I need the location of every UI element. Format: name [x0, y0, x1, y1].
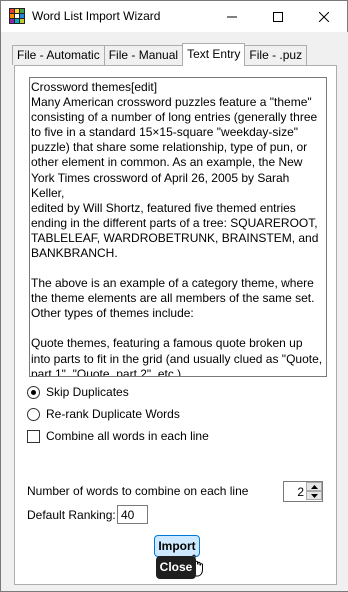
default-ranking-label: Default Ranking:	[27, 508, 116, 522]
window-close-button[interactable]	[301, 1, 347, 32]
title-bar[interactable]: Word List Import Wizard	[1, 1, 347, 32]
text-line: Many American crossword puzzles feature …	[31, 95, 312, 110]
text-line: puzzle) that share some relationship, ty…	[31, 140, 308, 155]
text-line: BANKBRANCH.	[31, 246, 118, 261]
stepper-down-button[interactable]	[306, 491, 322, 500]
words-per-line-label: Number of words to combine on each line	[27, 484, 249, 498]
skip-duplicates-label: Skip Duplicates	[46, 385, 129, 399]
text-line: Other types of themes include:	[31, 306, 194, 321]
text-line: TABLELEAF, WARDROBETRUNK, BRAINSTEM, and	[31, 230, 319, 245]
triangle-down-icon	[310, 493, 318, 498]
tab-file-puz[interactable]: File - .puz	[244, 45, 308, 65]
tab-file-automatic[interactable]: File - Automatic	[12, 45, 105, 65]
text-line: to five in a standard 15×15-square "week…	[31, 125, 299, 140]
maximize-button[interactable]	[255, 1, 301, 32]
combine-words-checkbox[interactable]	[27, 429, 40, 443]
tab-file-manual[interactable]: File - Manual	[103, 45, 184, 65]
text-line: edited by Will Shortz, featured five the…	[31, 200, 296, 215]
text-line	[31, 321, 324, 336]
app-grid-icon	[9, 8, 25, 24]
words-per-line-row: Number of words to combine on each line …	[27, 480, 327, 502]
text-entry-panel: Crossword themes[edit] Many American cros…	[14, 65, 337, 585]
text-line: part 1", "Quote, part 2", etc.)	[31, 366, 182, 377]
default-ranking-row: Default Ranking: 40	[27, 504, 227, 526]
skip-duplicates-radio[interactable]	[27, 385, 40, 399]
text-line: Quote themes, featuring a famous quote b…	[31, 336, 303, 351]
text-line	[31, 261, 324, 276]
tab-strip: File - Automatic File - Manual Text Entr…	[12, 43, 308, 66]
minimize-button[interactable]	[209, 1, 255, 32]
maximize-icon	[273, 11, 283, 22]
combine-words-option[interactable]: Combine all words in each line	[27, 428, 209, 444]
close-icon	[319, 11, 329, 22]
text-line: Crossword themes[edit]	[31, 80, 158, 94]
triangle-up-icon	[310, 484, 318, 489]
default-ranking-input[interactable]: 40	[117, 505, 148, 524]
text-entry-area[interactable]: Crossword themes[edit] Many American cros…	[29, 77, 327, 377]
tab-text-entry[interactable]: Text Entry	[182, 43, 246, 66]
words-per-line-value[interactable]: 2	[286, 485, 304, 499]
import-wizard-window: Word List Import Wizard File - Automatic…	[0, 0, 348, 592]
text-line: into parts to fit in the grid (and usual…	[31, 351, 323, 366]
client-area: File - Automatic File - Manual Text Entr…	[2, 32, 348, 591]
text-line: consisting of a number of long entries (…	[31, 110, 318, 125]
text-line: ending in the different parts of a tree:…	[31, 215, 318, 230]
rerank-duplicates-radio[interactable]	[27, 407, 40, 421]
rerank-duplicates-option[interactable]: Re-rank Duplicate Words	[27, 406, 180, 422]
stepper-up-button[interactable]	[306, 482, 322, 491]
minimize-icon	[227, 16, 237, 17]
rerank-duplicates-label: Re-rank Duplicate Words	[46, 407, 180, 421]
close-button[interactable]: Close	[156, 556, 196, 579]
text-line: the theme elements are all members of th…	[31, 291, 315, 306]
text-line: York Times crossword of April 26, 2005 b…	[31, 170, 290, 200]
stepper-buttons	[306, 482, 322, 501]
skip-duplicates-option[interactable]: Skip Duplicates	[27, 384, 129, 400]
text-line: other element in common. As an example, …	[31, 155, 303, 170]
words-per-line-stepper[interactable]: 2	[283, 481, 323, 502]
window-title: Word List Import Wizard	[32, 9, 161, 23]
combine-words-label: Combine all words in each line	[46, 429, 209, 443]
text-line: The above is an example of a category th…	[31, 276, 314, 291]
